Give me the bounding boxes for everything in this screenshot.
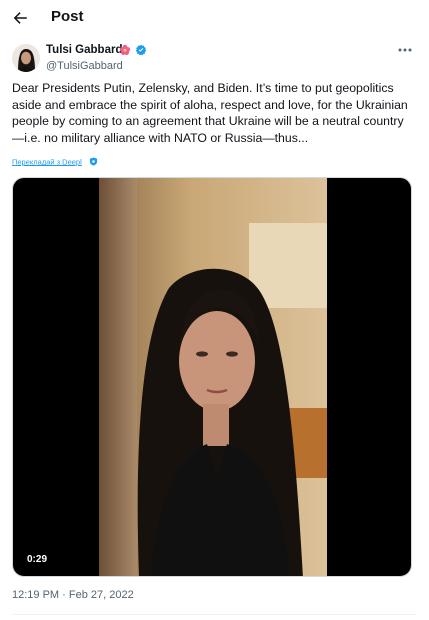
video-duration: 0:29 <box>27 554 48 565</box>
divider <box>12 614 417 615</box>
page-title: Post <box>51 8 84 25</box>
translation-shield-icon <box>90 157 98 166</box>
author-name[interactable]: Tulsi Gabbard <box>46 44 122 56</box>
more-options-icon[interactable] <box>396 44 414 56</box>
video-thumbnail <box>99 178 327 576</box>
video-player[interactable]: 0:29 <box>12 177 412 577</box>
tweet-text-line: aside and embrace the spirit of aloha, r… <box>12 97 408 112</box>
tweet-text-line: —i.e. no military alliance with NATO or … <box>12 130 309 145</box>
arrow-left-icon[interactable] <box>11 9 29 27</box>
translate-row: Перекладай з Deepl <box>12 153 98 166</box>
post-header: Post <box>0 0 429 38</box>
avatar[interactable] <box>12 44 40 72</box>
author-handle[interactable]: @TulsiGabbard <box>46 60 123 72</box>
hibiscus-flower-icon <box>119 44 131 55</box>
tweet-text-line: people by coming to an agreement that Uk… <box>12 114 404 128</box>
tweet-text: Dear Presidents Putin, Zelensky, and Bid… <box>12 80 417 146</box>
translate-link[interactable]: Перекладай з Deepl <box>12 157 82 166</box>
post-timestamp[interactable]: 12:19 PM · Feb 27, 2022 <box>12 589 134 601</box>
verified-badge-icon[interactable] <box>135 44 147 56</box>
tweet-text-line: Dear Presidents Putin, Zelensky, and Bid… <box>12 81 394 95</box>
